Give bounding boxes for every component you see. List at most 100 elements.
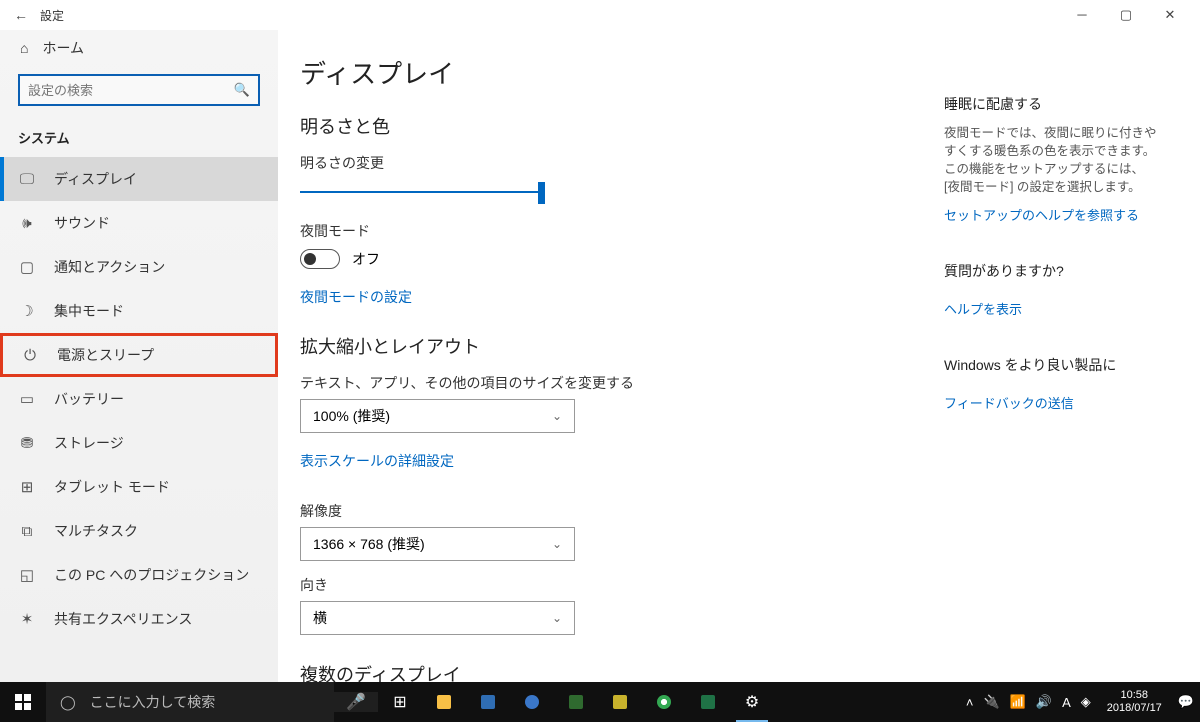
cortana-placeholder: ここに入力して検索	[90, 692, 216, 712]
orientation-label: 向き	[300, 575, 930, 595]
scale-select[interactable]: 100% (推奨) ⌄	[300, 399, 575, 433]
sidebar: ⌂ ホーム 🔍 システム 🖵 ディスプレイ 🕪 サウンド ▢ 通知とアクション …	[0, 30, 278, 682]
shared-icon: ✶	[18, 610, 36, 628]
sound-icon: 🕪	[18, 215, 36, 232]
night-mode-state: オフ	[352, 249, 380, 269]
volume-tray-icon[interactable]: 🔊	[1036, 694, 1052, 710]
sidebar-item-multitask[interactable]: ⧉ マルチタスク	[0, 509, 278, 553]
close-button[interactable]: ✕	[1148, 7, 1192, 23]
feedback-title: Windows をより良い製品に	[944, 355, 1158, 375]
cortana-icon: ◯	[60, 694, 76, 711]
sidebar-item-display[interactable]: 🖵 ディスプレイ	[0, 157, 278, 201]
clock-date: 2018/07/17	[1107, 702, 1162, 715]
taskbar: ◯ ここに入力して検索 🎤 ⊞ ⚙ ˄ 🔌 📶 🔊 A ◈ 10:58 2018…	[0, 682, 1200, 722]
explorer-icon[interactable]	[422, 682, 466, 722]
tray-chevron-icon[interactable]: ˄	[966, 695, 974, 710]
home-label: ホーム	[42, 38, 84, 58]
sidebar-home[interactable]: ⌂ ホーム	[0, 30, 278, 66]
wifi-tray-icon[interactable]: 📶	[1010, 694, 1026, 710]
sidebar-item-shared[interactable]: ✶ 共有エクスペリエンス	[0, 597, 278, 641]
info-link[interactable]: セットアップのヘルプを参照する	[944, 205, 1139, 224]
info-pane: 睡眠に配慮する 夜間モードでは、夜間に眠りに付きやすくする暖色系の色を表示できま…	[944, 54, 1164, 682]
section-brightness: 明るさと色	[300, 113, 930, 139]
help-title: 質問がありますか?	[944, 261, 1158, 281]
sidebar-item-label: この PC へのプロジェクション	[54, 565, 249, 585]
section-multiple: 複数のディスプレイ	[300, 661, 930, 682]
power-tray-icon[interactable]: 🔌	[984, 694, 1000, 710]
sidebar-item-label: 集中モード	[54, 301, 124, 321]
notifications-icon: ▢	[18, 258, 36, 276]
ime-indicator[interactable]: A	[1062, 695, 1071, 710]
home-icon: ⌂	[20, 40, 28, 56]
scale-value: 100% (推奨)	[313, 406, 390, 426]
window-controls: ─ ▢ ✕	[1060, 7, 1192, 23]
app-icon-yellow[interactable]	[598, 682, 642, 722]
multitask-icon: ⧉	[18, 523, 36, 540]
app-title: 設定	[40, 7, 64, 24]
night-mode-settings-link[interactable]: 夜間モードの設定	[300, 287, 412, 307]
sidebar-item-tablet[interactable]: ⊞ タブレット モード	[0, 465, 278, 509]
chevron-down-icon: ⌄	[552, 537, 562, 551]
back-button[interactable]: ←	[14, 7, 28, 23]
sidebar-item-projection[interactable]: ◱ この PC へのプロジェクション	[0, 553, 278, 597]
excel-icon[interactable]	[686, 682, 730, 722]
projection-icon: ◱	[18, 566, 36, 584]
resolution-label: 解像度	[300, 501, 930, 521]
app-icon-green[interactable]	[554, 682, 598, 722]
task-view-icon[interactable]: ⊞	[378, 682, 422, 722]
mic-icon[interactable]: 🎤	[334, 692, 378, 712]
scale-label: テキスト、アプリ、その他の項目のサイズを変更する	[300, 373, 930, 393]
resolution-value: 1366 × 768 (推奨)	[313, 534, 425, 554]
sidebar-group-label: システム	[0, 120, 278, 157]
night-mode-label: 夜間モード	[300, 221, 930, 241]
system-tray: ˄ 🔌 📶 🔊 A ◈ 10:58 2018/07/17 💬	[966, 682, 1200, 722]
feedback-link[interactable]: フィードバックの送信	[944, 393, 1074, 412]
sidebar-item-label: サウンド	[54, 213, 110, 233]
orientation-value: 横	[313, 608, 327, 628]
help-link[interactable]: ヘルプを表示	[944, 299, 1022, 318]
chrome-icon[interactable]	[642, 682, 686, 722]
mail-icon[interactable]	[466, 682, 510, 722]
minimize-button[interactable]: ─	[1060, 7, 1104, 23]
sidebar-item-label: マルチタスク	[54, 521, 138, 541]
cortana-search[interactable]: ◯ ここに入力して検索	[46, 682, 334, 722]
resolution-select[interactable]: 1366 × 768 (推奨) ⌄	[300, 527, 575, 561]
brightness-slider[interactable]	[300, 191, 542, 193]
display-icon: 🖵	[18, 171, 36, 188]
sidebar-item-focus[interactable]: ☽ 集中モード	[0, 289, 278, 333]
battery-icon: ▭	[18, 390, 36, 408]
chevron-down-icon: ⌄	[552, 611, 562, 625]
sidebar-item-label: 電源とスリープ	[57, 345, 154, 365]
settings-taskbar-icon[interactable]: ⚙	[730, 682, 774, 722]
thunderbird-icon[interactable]	[510, 682, 554, 722]
ime-mode-icon[interactable]: ◈	[1081, 694, 1091, 710]
power-icon: ⏻	[21, 347, 39, 364]
sidebar-item-power[interactable]: ⏻ 電源とスリープ	[0, 333, 278, 377]
sidebar-item-label: 共有エクスペリエンス	[54, 609, 192, 629]
tablet-icon: ⊞	[18, 478, 36, 496]
sidebar-item-label: 通知とアクション	[54, 257, 165, 277]
slider-thumb[interactable]	[538, 182, 545, 204]
start-button[interactable]	[0, 682, 46, 722]
chevron-down-icon: ⌄	[552, 409, 562, 423]
sidebar-item-notifications[interactable]: ▢ 通知とアクション	[0, 245, 278, 289]
brightness-label: 明るさの変更	[300, 153, 930, 173]
notifications-tray-icon[interactable]: 💬	[1178, 694, 1194, 710]
orientation-select[interactable]: 横 ⌄	[300, 601, 575, 635]
titlebar: ← 設定 ─ ▢ ✕	[0, 0, 1200, 30]
section-scale: 拡大縮小とレイアウト	[300, 333, 930, 359]
scale-advanced-link[interactable]: 表示スケールの詳細設定	[300, 451, 454, 471]
main: ディスプレイ 明るさと色 明るさの変更 夜間モード オフ 夜間モードの設定 拡大…	[278, 30, 1200, 682]
clock[interactable]: 10:58 2018/07/17	[1101, 689, 1168, 714]
page-title: ディスプレイ	[300, 54, 930, 91]
info-title: 睡眠に配慮する	[944, 94, 1158, 114]
sidebar-item-storage[interactable]: ⛃ ストレージ	[0, 421, 278, 465]
sidebar-item-sound[interactable]: 🕪 サウンド	[0, 201, 278, 245]
focus-icon: ☽	[18, 302, 36, 320]
maximize-button[interactable]: ▢	[1104, 7, 1148, 23]
night-mode-toggle[interactable]	[300, 249, 340, 269]
sidebar-item-label: ストレージ	[54, 433, 124, 453]
search-input[interactable]	[18, 74, 260, 106]
sidebar-item-label: ディスプレイ	[54, 169, 137, 189]
sidebar-item-battery[interactable]: ▭ バッテリー	[0, 377, 278, 421]
